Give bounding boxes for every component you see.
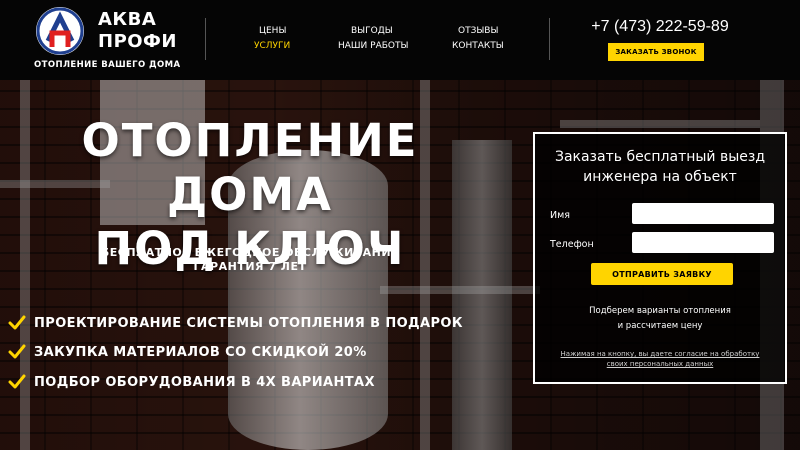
header-divider [205, 18, 206, 60]
header-divider [549, 18, 550, 60]
phone-label: Телефон [550, 239, 594, 250]
consent-line-2: своих персональных данных [606, 360, 714, 368]
feature-text: ПОДБОР ОБОРУДОВАНИЯ В 4Х ВАРИАНТАХ [34, 374, 375, 390]
nav-our-works[interactable]: НАШИ РАБОТЫ [338, 41, 408, 51]
feature-item: ПОДБОР ОБОРУДОВАНИЯ В 4Х ВАРИАНТАХ [8, 372, 375, 392]
hero-subtitle-line-2: ГАРАНТИЯ 7 ЛЕТ [193, 260, 307, 273]
privacy-consent-link[interactable]: Нажимая на кнопку, вы даете согласие на … [545, 349, 775, 369]
background-pipe [560, 120, 760, 128]
feature-text: ПРОЕКТИРОВАНИЕ СИСТЕМЫ ОТОПЛЕНИЯ В ПОДАР… [34, 315, 463, 331]
form-title-line-1: Заказать бесплатный выезд [554, 149, 766, 165]
aqua-profi-logo-icon [36, 7, 84, 55]
name-input[interactable] [632, 203, 774, 224]
check-icon [8, 344, 26, 359]
brand-line-1: АКВА [98, 9, 157, 30]
feature-text: ЗАКУПКА МАТЕРИАЛОВ СО СКИДКОЙ 20% [34, 344, 367, 360]
nav-services[interactable]: УСЛУГИ [254, 41, 290, 51]
submit-request-button[interactable]: ОТПРАВИТЬ ЗАЯВКУ [591, 263, 733, 285]
check-icon [8, 315, 26, 330]
phone-number[interactable]: +7 (473) 222-59-89 [590, 18, 730, 36]
phone-input[interactable] [632, 232, 774, 253]
brand-name: АКВА ПРОФИ [98, 9, 177, 53]
brand-line-2: ПРОФИ [98, 31, 177, 52]
check-icon [8, 374, 26, 389]
site-header: АКВА ПРОФИ ОТОПЛЕНИЕ ВАШЕГО ДОМА ЦЕНЫ УС… [0, 0, 800, 80]
order-callback-button[interactable]: ЗАКАЗАТЬ ЗВОНОК [608, 43, 704, 61]
hero-title-line-1: ОТОПЛЕНИЕ ДОМА [81, 114, 419, 221]
consent-line-1: Нажимая на кнопку, вы даете согласие на … [560, 350, 760, 358]
form-note-line-2: и рассчитаем цену [617, 321, 703, 331]
brand-tagline: ОТОПЛЕНИЕ ВАШЕГО ДОМА [34, 60, 181, 70]
form-title-line-2: инженера на объект [583, 169, 737, 185]
form-title: Заказать бесплатный выезд инженера на об… [535, 147, 785, 187]
nav-benefits[interactable]: ВЫГОДЫ [351, 26, 393, 36]
nav-prices[interactable]: ЦЕНЫ [259, 26, 286, 36]
request-form: Заказать бесплатный выезд инженера на об… [533, 132, 787, 384]
form-note-line-1: Подберем варианты отопления [589, 306, 731, 316]
feature-item: ПРОЕКТИРОВАНИЕ СИСТЕМЫ ОТОПЛЕНИЯ В ПОДАР… [8, 313, 463, 333]
hero-subtitle-line-1: БЕСПЛАТНОЕ ЕЖЕГОДНОЕ ОБСЛУЖИВАНИЕ [100, 246, 400, 259]
nav-contacts[interactable]: КОНТАКТЫ [452, 41, 504, 51]
background-pipe [380, 286, 540, 294]
nav-reviews[interactable]: ОТЗЫВЫ [458, 26, 498, 36]
company-logo[interactable] [36, 7, 84, 55]
hero-subtitle: БЕСПЛАТНОЕ ЕЖЕГОДНОЕ ОБСЛУЖИВАНИЕ ГАРАНТ… [60, 246, 440, 274]
name-label: Имя [550, 210, 570, 221]
form-note: Подберем варианты отопления и рассчитаем… [535, 304, 785, 334]
feature-item: ЗАКУПКА МАТЕРИАЛОВ СО СКИДКОЙ 20% [8, 342, 367, 362]
